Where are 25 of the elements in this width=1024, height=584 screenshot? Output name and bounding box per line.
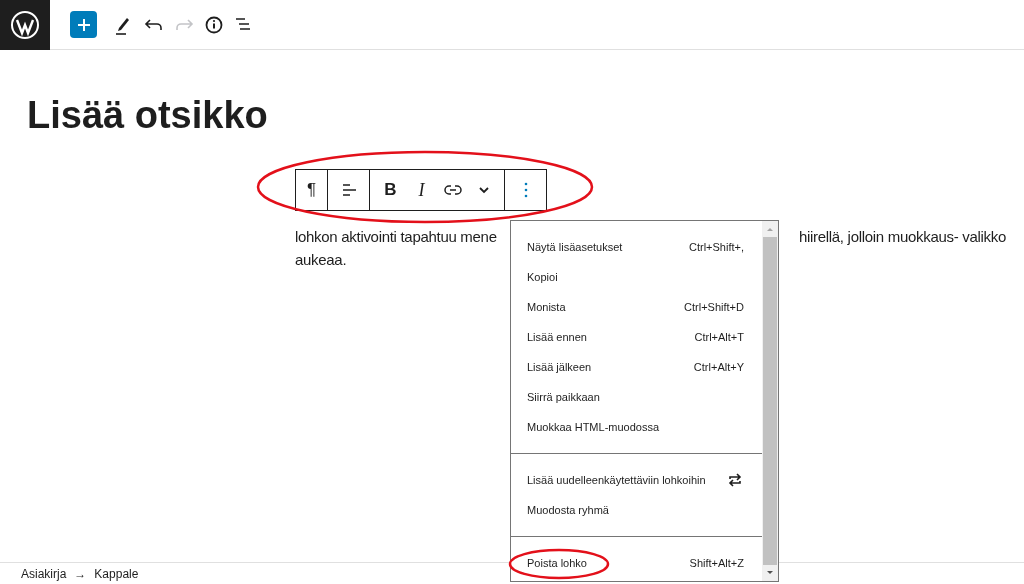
menu-item[interactable]: Lisää ennen Ctrl+Alt+T bbox=[511, 322, 762, 352]
paragraph-text: hiirellä, jolloin muokkaus- valikko bbox=[798, 227, 1006, 247]
paragraph-button[interactable]: ¶ bbox=[296, 170, 327, 210]
add-block-button[interactable] bbox=[70, 11, 97, 38]
breadcrumb-link[interactable]: Asiakirja bbox=[21, 564, 67, 583]
menu-item[interactable]: Muodosta ryhmä bbox=[511, 495, 762, 525]
menu-item[interactable]: Siirrä paikkaan bbox=[511, 382, 762, 412]
post-title[interactable]: Lisää otsikko bbox=[27, 93, 1024, 137]
breadcrumb-link[interactable]: Kappale bbox=[94, 564, 139, 583]
menu-item[interactable]: Kopioi bbox=[511, 262, 762, 292]
repeat-icon bbox=[726, 471, 744, 489]
menu-item[interactable]: Muokkaa HTML-muodossa bbox=[511, 412, 762, 442]
menu-item[interactable]: Näytä lisäasetukset Ctrl+Shift+, bbox=[511, 232, 762, 262]
menu-item[interactable]: Monista Ctrl+Shift+D bbox=[511, 292, 762, 322]
bold-button[interactable]: B bbox=[375, 170, 406, 210]
menu-item[interactable]: Poista lohko Shift+Alt+Z bbox=[511, 548, 762, 578]
menu-item[interactable]: Lisää uudelleenkäytettäviin lohkoihin bbox=[511, 465, 762, 495]
breadcrumb-separator: → bbox=[74, 565, 87, 583]
plus-icon bbox=[76, 17, 91, 32]
paragraph-text: lohkon aktivointi tapahtuu mene bbox=[295, 227, 497, 247]
wordpress-logo[interactable] bbox=[0, 0, 50, 50]
scroll-thumb[interactable] bbox=[763, 237, 777, 565]
paragraph-text: aukeaa. bbox=[295, 251, 347, 268]
italic-button[interactable]: I bbox=[406, 170, 437, 210]
menu-item[interactable]: Lisää jälkeen Ctrl+Alt+Y bbox=[511, 352, 762, 382]
